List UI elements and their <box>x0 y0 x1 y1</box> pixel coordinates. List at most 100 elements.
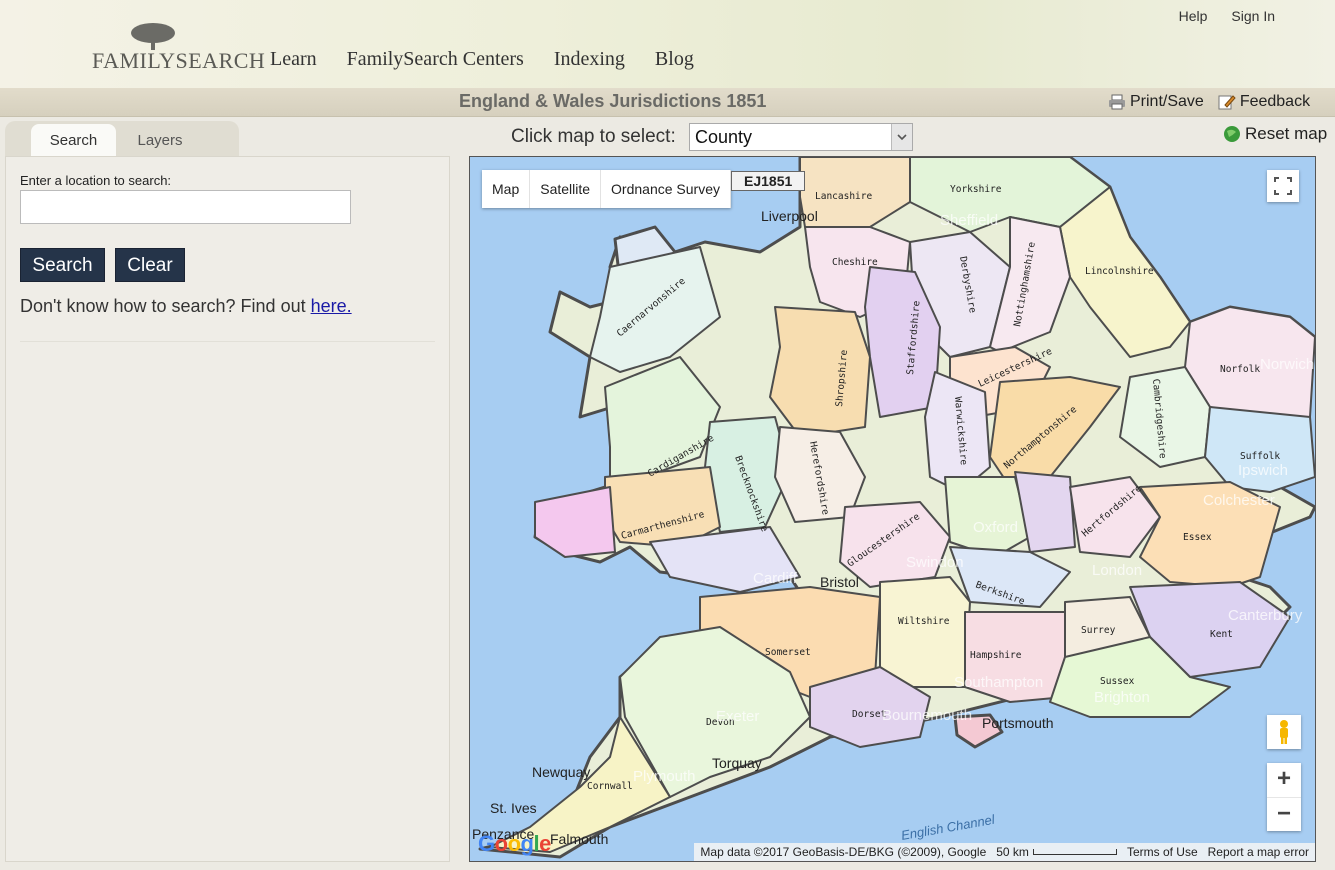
search-panel: Enter a location to search: Search Clear… <box>5 156 450 862</box>
logo-text: FAMILYSEARCH <box>92 48 266 73</box>
place-brighton: Brighton <box>1094 689 1150 706</box>
map-type-control: Map Satellite Ordnance Survey <box>482 170 731 208</box>
pencil-note-icon <box>1218 95 1236 110</box>
title-bar: England & Wales Jurisdictions 1851 Print… <box>0 88 1335 117</box>
place-newquay: Newquay <box>532 764 590 780</box>
location-search-input[interactable] <box>20 190 351 224</box>
county-pembrokeshire <box>534 486 616 558</box>
place-sheffield: Sheffield <box>940 212 998 229</box>
title-tools: Print/Save Feedback <box>1108 93 1310 111</box>
search-help-text: Don't know how to search? Find out here. <box>20 296 352 317</box>
help-here-link[interactable]: here. <box>311 296 352 316</box>
place-oxford: Oxford <box>973 519 1018 536</box>
place-liverpool: Liverpool <box>761 208 818 224</box>
site-header: FAMILYSEARCH Learn FamilySearch Centers … <box>0 0 1335 89</box>
clear-button[interactable]: Clear <box>115 248 185 282</box>
select-value: County <box>695 127 753 147</box>
feedback-button[interactable]: Feedback <box>1218 93 1310 111</box>
place-ipswich: Ipswich <box>1238 462 1288 479</box>
chevron-down-icon <box>891 124 912 150</box>
label-essex: Essex <box>1183 532 1212 543</box>
scale-label: 50 km <box>996 845 1029 859</box>
fullscreen-button[interactable] <box>1267 170 1299 202</box>
label-cheshire: Cheshire <box>832 257 878 268</box>
place-plymouth: Plymouth <box>633 768 696 785</box>
report-map-error-link[interactable]: Report a map error <box>1208 845 1309 859</box>
jurisdiction-select[interactable]: County <box>689 123 913 151</box>
place-london: London <box>1092 562 1142 579</box>
tree-icon <box>131 23 175 50</box>
scale-bar[interactable]: 50 km <box>996 845 1117 859</box>
place-exeter: Exeter <box>716 708 759 725</box>
label-kent: Kent <box>1210 629 1233 640</box>
place-cardiff: Cardiff <box>753 570 798 587</box>
label-sussex: Sussex <box>1100 676 1135 687</box>
map-type-satellite[interactable]: Satellite <box>530 170 602 208</box>
pegman-icon <box>1280 720 1288 744</box>
map-type-map[interactable]: Map <box>482 170 531 208</box>
zoom-in-button[interactable]: + <box>1267 763 1301 798</box>
label-cornwall: Cornwall <box>587 781 633 792</box>
label-lancashire: Lancashire <box>815 191 872 202</box>
fullscreen-icon <box>1274 177 1292 195</box>
county-map[interactable]: Lancashire Yorkshire Cheshire Derbyshire… <box>470 157 1316 862</box>
help-prefix: Don't know how to search? Find out <box>20 296 311 316</box>
feedback-label: Feedback <box>1239 93 1311 110</box>
label-lincolnshire: Lincolnshire <box>1085 266 1154 277</box>
main-nav: Learn FamilySearch Centers Indexing Blog <box>270 48 694 71</box>
reset-map-button[interactable]: Reset map <box>1223 124 1327 144</box>
nav-indexing[interactable]: Indexing <box>554 48 625 71</box>
place-st-ives: St. Ives <box>490 800 537 816</box>
divider <box>20 341 435 342</box>
map-type-ordnance-survey[interactable]: Ordnance Survey <box>601 170 731 208</box>
select-label: Click map to select: <box>511 126 676 147</box>
print-save-button[interactable]: Print/Save <box>1108 93 1204 111</box>
place-canterbury: Canterbury <box>1228 607 1303 624</box>
panel-tabs: Search Layers <box>5 121 239 157</box>
attribution-text: Map data ©2017 GeoBasis-DE/BKG (©2009), … <box>700 845 987 859</box>
map-view[interactable]: Lancashire Yorkshire Cheshire Derbyshire… <box>469 156 1316 862</box>
label-yorkshire: Yorkshire <box>950 184 1002 195</box>
county-shropshire <box>769 306 871 438</box>
nav-blog[interactable]: Blog <box>655 48 694 71</box>
layer-badge[interactable]: EJ1851 <box>731 171 806 191</box>
printer-icon <box>1109 94 1125 110</box>
map-attribution: Map data ©2017 GeoBasis-DE/BKG (©2009), … <box>694 843 1315 861</box>
place-southampton: Southampton <box>954 674 1043 691</box>
place-swindon: Swindon <box>906 554 964 571</box>
county-wiltshire <box>879 576 971 688</box>
familysearch-logo[interactable]: FAMILYSEARCH <box>92 22 265 74</box>
label-hampshire: Hampshire <box>970 650 1022 661</box>
label-wiltshire: Wiltshire <box>898 616 950 627</box>
help-link[interactable]: Help <box>1179 8 1208 24</box>
place-torquay: Torquay <box>712 755 762 771</box>
print-save-label: Print/Save <box>1130 93 1204 110</box>
zoom-control: + − <box>1267 763 1301 831</box>
location-label: Enter a location to search: <box>20 173 172 188</box>
label-suffolk: Suffolk <box>1240 451 1280 462</box>
nav-familysearch-centers[interactable]: FamilySearch Centers <box>347 48 524 71</box>
globe-icon <box>1224 126 1240 142</box>
terms-of-use-link[interactable]: Terms of Use <box>1127 845 1198 859</box>
reset-map-label: Reset map <box>1245 124 1328 143</box>
search-button[interactable]: Search <box>20 248 105 282</box>
label-norfolk: Norfolk <box>1220 364 1260 375</box>
street-view-pegman[interactable] <box>1267 715 1301 749</box>
place-colchester: Colchester <box>1203 492 1275 509</box>
place-portsmouth: Portsmouth <box>982 715 1054 731</box>
place-bournemouth: Bournemouth <box>882 707 972 724</box>
scale-line <box>1032 849 1117 855</box>
place-falmouth: Falmouth <box>550 831 608 847</box>
tab-layers[interactable]: Layers <box>123 124 197 157</box>
sign-in-link[interactable]: Sign In <box>1231 8 1275 24</box>
place-bristol: Bristol <box>820 574 859 590</box>
nav-learn[interactable]: Learn <box>270 48 317 71</box>
page-title: England & Wales Jurisdictions 1851 <box>459 91 767 111</box>
zoom-out-button[interactable]: − <box>1267 798 1301 832</box>
place-norwich: Norwich <box>1260 356 1314 373</box>
tab-search[interactable]: Search <box>31 124 116 157</box>
google-logo[interactable]: Google <box>478 831 551 857</box>
utility-links: Help Sign In <box>1179 8 1275 24</box>
label-somerset: Somerset <box>765 647 811 658</box>
label-surrey: Surrey <box>1081 625 1116 636</box>
